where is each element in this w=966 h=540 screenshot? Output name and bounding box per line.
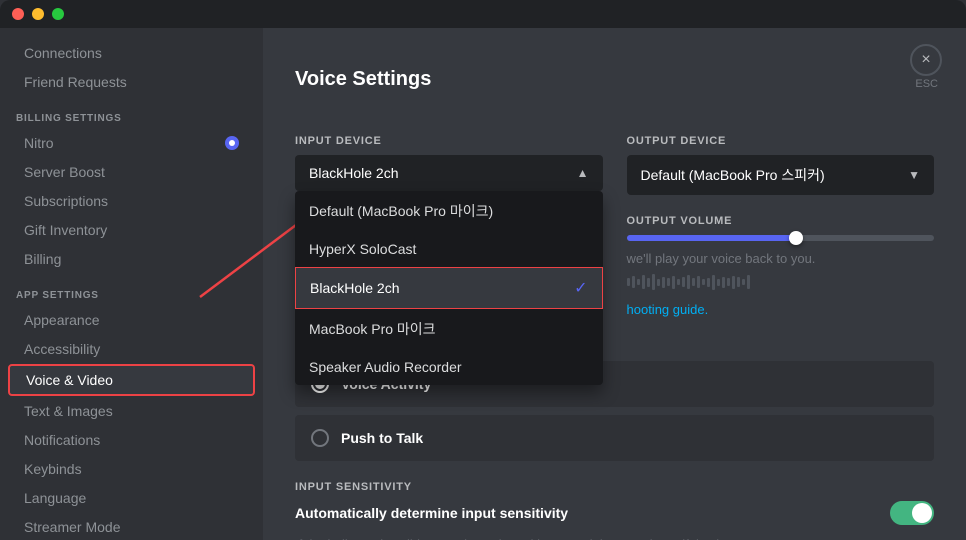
- close-traffic-light[interactable]: [12, 8, 24, 20]
- toggle-check-icon: ✓: [920, 507, 929, 520]
- waveform-bar: [747, 275, 750, 289]
- device-row: Input Device BlackHole 2ch ▲ Default (Ma…: [295, 115, 934, 317]
- input-device-dropdown[interactable]: BlackHole 2ch ▲ Default (MacBook Pro 마이크…: [295, 155, 603, 191]
- waveform-bar: [677, 279, 680, 285]
- waveform-bar: [697, 276, 700, 288]
- input-device-list: Default (MacBook Pro 마이크) HyperX SoloCas…: [295, 191, 603, 385]
- output-device-col: Output Device Default (MacBook Pro 스피커) …: [627, 115, 935, 317]
- input-sensitivity-label: Input Sensitivity: [295, 481, 934, 493]
- waveform-bar: [642, 275, 645, 289]
- sidebar-item-nitro[interactable]: Nitro: [8, 129, 255, 157]
- waveform-bar: [662, 277, 665, 288]
- waveform-bar: [722, 277, 725, 288]
- check-icon: ✓: [574, 278, 587, 298]
- sidebar-item-gift-inventory[interactable]: Gift Inventory: [8, 216, 255, 244]
- nitro-badge: [225, 136, 239, 150]
- waveform-bar: [682, 277, 685, 287]
- dropdown-option-speaker-recorder[interactable]: Speaker Audio Recorder: [295, 349, 603, 385]
- sidebar-item-accessibility[interactable]: Accessibility: [8, 335, 255, 363]
- input-device-label: Input Device: [295, 135, 603, 147]
- sidebar-item-keybinds[interactable]: Keybinds: [8, 455, 255, 483]
- waveform-bar: [647, 278, 650, 287]
- waveform-bar: [737, 277, 740, 287]
- dropdown-option-macbook-mic[interactable]: MacBook Pro 마이크: [295, 309, 603, 349]
- volume-slider-thumb[interactable]: [789, 231, 803, 245]
- push-to-talk-label: Push to Talk: [341, 430, 423, 446]
- chevron-down-icon: ▼: [908, 168, 920, 182]
- waveform-bar: [657, 279, 660, 286]
- sidebar-item-server-boost[interactable]: Server Boost: [8, 158, 255, 186]
- output-volume-label: Output Volume: [627, 215, 935, 227]
- waveform-bar: [672, 276, 675, 289]
- sidebar-item-notifications[interactable]: Notifications: [8, 426, 255, 454]
- sidebar-item-friend-requests[interactable]: Friend Requests: [8, 68, 255, 96]
- main-content: × ESC Voice Settings Input Device BlackH…: [263, 28, 966, 540]
- input-device-selected[interactable]: BlackHole 2ch ▲: [295, 155, 603, 191]
- sidebar-item-streamer-mode[interactable]: Streamer Mode: [8, 513, 255, 540]
- volume-slider[interactable]: [627, 235, 935, 241]
- sensitivity-row: Automatically determine input sensitivit…: [295, 501, 934, 525]
- sidebar-item-voice-video[interactable]: Voice & Video: [8, 364, 255, 396]
- input-sensitivity-section: Input Sensitivity Automatically determin…: [295, 481, 934, 525]
- page-title: Voice Settings: [295, 68, 934, 91]
- dropdown-option-hyperx[interactable]: HyperX SoloCast: [295, 231, 603, 267]
- waveform-bar: [692, 278, 695, 286]
- output-device-label: Output Device: [627, 135, 935, 147]
- shooting-guide-text: hooting guide.: [627, 302, 935, 317]
- push-to-talk-option[interactable]: Push to Talk: [295, 415, 934, 461]
- auto-sensitivity-toggle[interactable]: ✓: [890, 501, 934, 525]
- volume-slider-fill: [627, 235, 796, 241]
- push-to-talk-radio[interactable]: [311, 429, 329, 447]
- waveform-bar: [707, 278, 710, 287]
- title-bar: [0, 0, 966, 28]
- app-settings-label: App Settings: [0, 274, 263, 305]
- maximize-traffic-light[interactable]: [52, 8, 64, 20]
- waveform-bar: [637, 279, 640, 285]
- sidebar-item-connections[interactable]: Connections: [8, 39, 255, 67]
- billing-settings-label: Billing Settings: [0, 97, 263, 128]
- sidebar: Connections Friend Requests Billing Sett…: [0, 0, 263, 540]
- auto-sensitivity-label: Automatically determine input sensitivit…: [295, 505, 568, 521]
- waveform-bar: [702, 279, 705, 285]
- waveform-bar: [652, 274, 655, 290]
- waveform-bar: [732, 276, 735, 289]
- sidebar-item-subscriptions[interactable]: Subscriptions: [8, 187, 255, 215]
- minimize-traffic-light[interactable]: [32, 8, 44, 20]
- waveform-bar: [712, 275, 715, 290]
- sidebar-item-billing[interactable]: Billing: [8, 245, 255, 273]
- waveform-bar: [727, 278, 730, 286]
- waveform-bar: [742, 279, 745, 285]
- output-device-dropdown[interactable]: Default (MacBook Pro 스피커) ▼: [627, 155, 935, 195]
- waveform-bar: [627, 278, 630, 286]
- dropdown-option-blackhole[interactable]: BlackHole 2ch ✓: [295, 267, 603, 309]
- waveform-bar: [687, 275, 690, 289]
- sidebar-item-text-images[interactable]: Text & Images: [8, 397, 255, 425]
- waveform-bar: [717, 279, 720, 286]
- chevron-up-icon: ▲: [577, 166, 589, 180]
- close-button[interactable]: ×: [910, 44, 942, 76]
- waveform-bar: [632, 276, 635, 288]
- voice-back-text: we'll play your voice back to you.: [627, 251, 935, 266]
- input-device-col: Input Device BlackHole 2ch ▲ Default (Ma…: [295, 115, 603, 191]
- dropdown-option-default-mac-mic[interactable]: Default (MacBook Pro 마이크): [295, 191, 603, 231]
- output-volume-container: Output Volume: [627, 215, 935, 241]
- shooting-guide-link[interactable]: hooting guide.: [627, 302, 709, 317]
- waveform-bar: [667, 278, 670, 286]
- esc-label: ESC: [915, 78, 938, 90]
- sidebar-item-appearance[interactable]: Appearance: [8, 306, 255, 334]
- waveform: [627, 272, 935, 292]
- sidebar-item-language[interactable]: Language: [8, 484, 255, 512]
